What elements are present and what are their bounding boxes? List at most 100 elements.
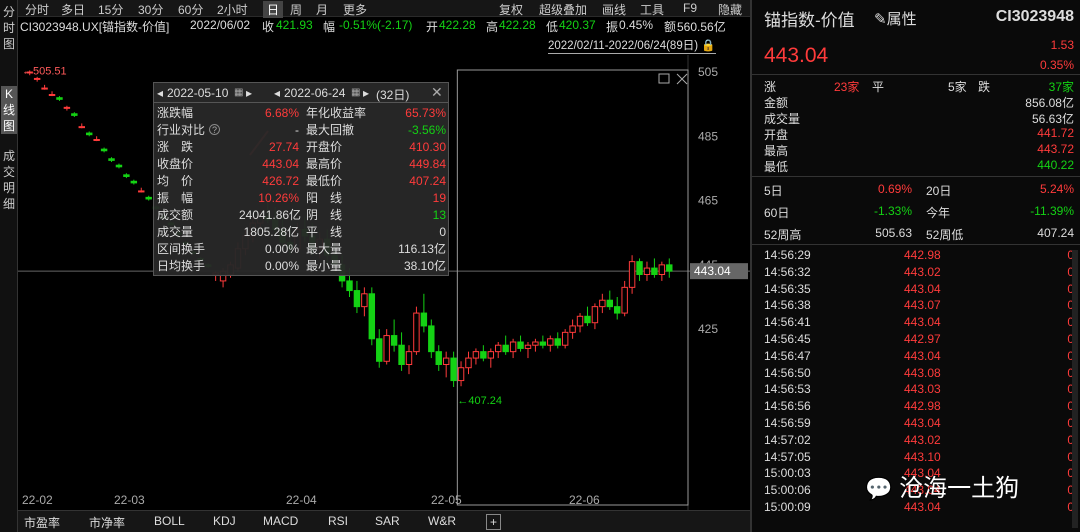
period-6[interactable]: 日 bbox=[263, 1, 284, 18]
stat-label: 最高 bbox=[764, 144, 789, 158]
tool-1[interactable]: 超级叠加 bbox=[539, 1, 587, 18]
period-1[interactable]: 多日 bbox=[61, 1, 85, 18]
candle bbox=[413, 312, 420, 353]
period-3[interactable]: 30分 bbox=[138, 1, 163, 18]
prev-end-icon[interactable]: ◂ bbox=[274, 86, 280, 100]
stat-label: 最低价 bbox=[306, 174, 343, 188]
tab-kline[interactable]: K线图 bbox=[1, 86, 17, 134]
indicator-tab-0[interactable]: 市盈率 bbox=[24, 514, 60, 531]
index-name: 锚指数-价值 bbox=[764, 11, 855, 30]
stat-value: 0 bbox=[439, 225, 446, 239]
candle bbox=[48, 94, 56, 96]
tick-price: 443.07 bbox=[904, 298, 941, 313]
maximize-icon[interactable] bbox=[658, 73, 670, 84]
tab-timeshare[interactable]: 分时图 bbox=[1, 4, 17, 52]
candle bbox=[614, 306, 621, 314]
stat-value: 65.73% bbox=[405, 106, 446, 120]
indicator-tab-4[interactable]: MACD bbox=[263, 514, 298, 528]
period-2[interactable]: 15分 bbox=[98, 1, 123, 18]
prev-start-icon[interactable]: ◂ bbox=[157, 86, 163, 100]
tick-price: 443.04 bbox=[904, 281, 941, 296]
indicator-tab-1[interactable]: 市净率 bbox=[89, 514, 125, 531]
fall-label: 跌 bbox=[978, 80, 991, 94]
stat-value: - bbox=[295, 123, 299, 137]
close-icon[interactable]: ✕ bbox=[431, 84, 443, 101]
indicator-tab-3[interactable]: KDJ bbox=[213, 514, 236, 528]
attributes-link[interactable]: ✎属性 bbox=[874, 8, 917, 29]
tool-4[interactable]: F9 bbox=[683, 1, 697, 15]
next-end-icon[interactable]: ▸ bbox=[363, 86, 369, 100]
stat-value: 443.04 bbox=[262, 157, 299, 171]
indicator-tab-5[interactable]: RSI bbox=[328, 514, 348, 528]
date-range-selector[interactable]: 2022/02/11-2022/06/24(89日) 🔒 bbox=[548, 37, 716, 54]
candle bbox=[93, 139, 100, 141]
indicator-tab-7[interactable]: W&R bbox=[428, 514, 456, 528]
candle bbox=[643, 267, 651, 275]
stat-label: 最小量 bbox=[306, 259, 343, 273]
tick-price: 443.04 bbox=[904, 348, 941, 363]
period-7[interactable]: 周 bbox=[290, 1, 302, 18]
tab-trade-detail[interactable]: 成交明细 bbox=[1, 148, 17, 212]
help-icon[interactable]: ? bbox=[209, 124, 220, 135]
tick-time: 14:56:29 bbox=[764, 248, 811, 262]
tick-row: 14:56:47 443.04 0 bbox=[764, 349, 1074, 366]
calendar-icon[interactable]: ▦ bbox=[351, 87, 360, 98]
stat-value: 0.00% bbox=[264, 259, 299, 273]
period-value: 5.24% bbox=[1039, 182, 1074, 196]
candle bbox=[636, 261, 643, 275]
candle bbox=[554, 338, 561, 346]
tool-2[interactable]: 画线 bbox=[602, 1, 626, 18]
period-0[interactable]: 分时 bbox=[25, 1, 49, 18]
amount-value: 560.56亿 bbox=[677, 20, 726, 34]
low-marker-label: ←407.24 bbox=[457, 395, 502, 407]
stat-label: 涨 跌 bbox=[157, 140, 194, 154]
close-icon[interactable] bbox=[676, 73, 688, 85]
stat-label: 开盘 bbox=[764, 128, 789, 142]
candle bbox=[517, 341, 524, 349]
close-value: 421.93 bbox=[276, 18, 313, 32]
stat-value: 449.84 bbox=[409, 157, 446, 171]
candle bbox=[606, 299, 614, 308]
tick-price: 442.98 bbox=[904, 248, 941, 262]
tool-0[interactable]: 复权 bbox=[499, 1, 523, 18]
tool-5[interactable]: 隐藏 bbox=[718, 1, 742, 18]
tick-price: 442.98 bbox=[904, 399, 941, 414]
candle bbox=[405, 351, 413, 365]
candle bbox=[465, 357, 472, 369]
calendar-icon[interactable]: ▦ bbox=[234, 87, 243, 98]
interval-selection[interactable] bbox=[456, 69, 689, 506]
candle bbox=[487, 351, 495, 359]
candle bbox=[78, 126, 85, 129]
stat-value: 441.72 bbox=[1037, 126, 1074, 140]
period-label: 5日 bbox=[764, 184, 783, 198]
period-8[interactable]: 月 bbox=[316, 1, 328, 18]
indicator-tab-2[interactable]: BOLL bbox=[154, 514, 185, 528]
tool-3[interactable]: 工具 bbox=[640, 1, 664, 18]
tick-row: 14:56:38 443.07 0 bbox=[764, 298, 1074, 315]
period-5[interactable]: 2小时 bbox=[217, 1, 248, 18]
period-9[interactable]: 更多 bbox=[343, 1, 367, 18]
tick-time: 14:57:02 bbox=[764, 432, 811, 447]
next-start-icon[interactable]: ▸ bbox=[246, 86, 252, 100]
stat-value: 56.63亿 bbox=[1031, 112, 1074, 126]
tick-price: 442.97 bbox=[904, 332, 941, 346]
candle bbox=[480, 351, 487, 359]
stat-label: 年化收益率 bbox=[306, 106, 367, 120]
tick-scrollbar[interactable] bbox=[1072, 250, 1078, 528]
add-indicator-button[interactable]: + bbox=[486, 514, 502, 530]
period-4[interactable]: 60分 bbox=[178, 1, 203, 18]
candle bbox=[138, 190, 145, 193]
high-marker-label: ←505.51 bbox=[22, 65, 67, 77]
indicator-tab-6[interactable]: SAR bbox=[375, 514, 400, 528]
tick-time: 14:56:45 bbox=[764, 332, 811, 346]
period-label: 52周高 bbox=[764, 228, 802, 242]
interval-end-date[interactable]: 2022-06-24 bbox=[284, 86, 345, 100]
indicator-tabs: 市盈率 市净率 BOLL KDJ MACD RSI SAR W&R + bbox=[18, 510, 750, 532]
x-tick-label: 22-06 bbox=[569, 493, 600, 507]
tick-time: 14:56:53 bbox=[764, 382, 811, 397]
tick-price: 443.02 bbox=[904, 264, 941, 279]
candle bbox=[41, 87, 48, 90]
fall-count: 37家 bbox=[1048, 80, 1074, 94]
open-value: 422.28 bbox=[439, 18, 476, 32]
interval-start-date[interactable]: 2022-05-10 bbox=[167, 86, 228, 100]
